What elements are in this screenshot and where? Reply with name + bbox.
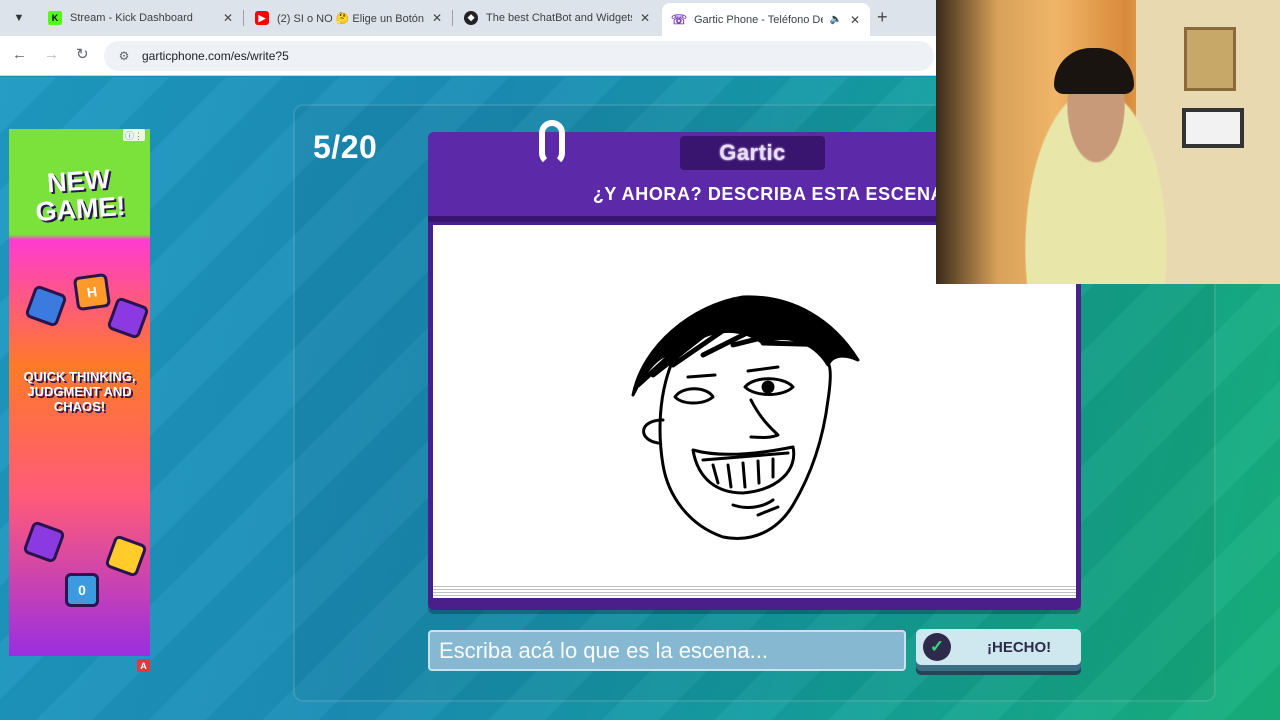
webcam-whiteboard: [1182, 108, 1244, 148]
ad-banner[interactable]: NEW GAME! H QUICK THINKING, JUDGMENT AND…: [9, 129, 150, 656]
close-icon[interactable]: ✕: [850, 13, 860, 27]
tab-title: The best ChatBot and Widgets: [486, 12, 632, 24]
tab-title: Stream - Kick Dashboard: [70, 12, 193, 24]
tab-kick-dashboard[interactable]: K Stream - Kick Dashboard ✕: [38, 5, 243, 31]
scene-description-input[interactable]: [428, 630, 906, 671]
done-button-label: ¡HECHO!: [987, 638, 1052, 656]
ad-tile-icon: [104, 534, 148, 578]
close-icon[interactable]: ✕: [223, 11, 233, 25]
check-icon: ✓: [923, 633, 951, 661]
tab-title: Gartic Phone - Teléfono Des: [694, 13, 824, 26]
ad-tagline: QUICK THINKING, JUDGMENT AND CHAOS!: [23, 369, 136, 414]
reload-icon[interactable]: ↻: [76, 46, 89, 64]
gartic-icon: ☏: [670, 11, 688, 27]
site-settings-icon[interactable]: ⚙: [116, 48, 132, 64]
ad-tile-icon: [106, 296, 150, 340]
webcam-poster: [1184, 27, 1236, 91]
notebook-ring-icon: [539, 120, 565, 166]
ad-badge-icon[interactable]: A: [137, 659, 150, 672]
notebook-page-lines: [433, 584, 1076, 598]
ad-headline: NEW GAME!: [34, 163, 127, 228]
done-button[interactable]: ✓ ¡HECHO!: [916, 629, 1081, 671]
youtube-icon: ▶: [255, 11, 269, 25]
done-button-face[interactable]: ✓ ¡HECHO!: [916, 629, 1081, 665]
speaker-icon[interactable]: 🔈: [829, 14, 841, 25]
forward-arrow-icon[interactable]: →: [44, 46, 59, 64]
ad-choices-icon[interactable]: ⓘ⋮: [123, 129, 145, 141]
ad-tile-icon: [24, 284, 68, 328]
round-counter: 5/20: [313, 129, 378, 165]
back-arrow-icon[interactable]: ←: [12, 46, 27, 64]
ad-tile-icon: [22, 520, 66, 564]
tab-separator: [452, 10, 453, 26]
close-icon[interactable]: ✕: [640, 11, 650, 25]
url-text[interactable]: garticphone.com/es/write?5: [142, 49, 289, 63]
tab-title: (2) SI o NO 🤔 Elige un Botón: [277, 12, 424, 25]
new-tab-plus-icon[interactable]: +: [877, 8, 888, 26]
close-icon[interactable]: ✕: [432, 11, 442, 25]
tab-search-chevron-icon[interactable]: ▼: [8, 7, 30, 29]
ad-zigzag-divider: [9, 225, 150, 241]
tab-chatbot-widgets[interactable]: ❖ The best ChatBot and Widgets ✕: [454, 5, 660, 31]
tab-gartic-phone[interactable]: ☏ Gartic Phone - Teléfono Des 🔈 ✕: [662, 3, 870, 36]
address-bar[interactable]: ⚙ garticphone.com/es/write?5: [104, 41, 934, 71]
webcam-overlay: [936, 0, 1280, 284]
gartic-logo: Gartic: [680, 136, 825, 170]
tab-separator: [243, 10, 244, 26]
kick-icon: K: [48, 11, 62, 25]
ad-tile-zero: 0: [65, 573, 99, 607]
tab-si-o-no[interactable]: ▶ (2) SI o NO 🤔 Elige un Botón ✕: [245, 5, 452, 31]
ad-tile-h: H: [72, 272, 112, 312]
chatbot-icon: ❖: [464, 11, 478, 25]
